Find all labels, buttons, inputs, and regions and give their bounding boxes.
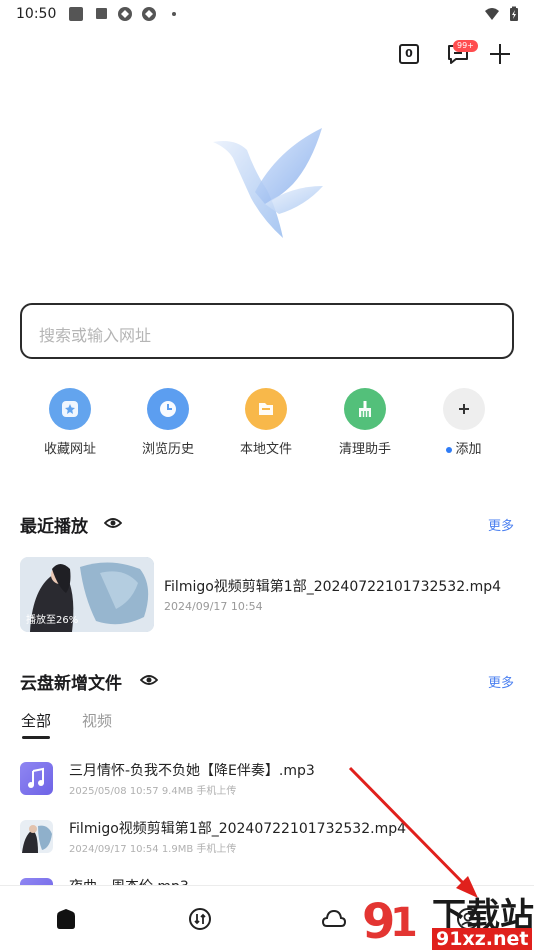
new-dot	[446, 446, 453, 453]
battery-icon	[506, 6, 522, 22]
nav-cloud[interactable]	[321, 906, 347, 932]
file-meta: 2024/09/17 10:54 1.9MB 手机上传	[69, 844, 237, 855]
shortcut-label: 清理助手	[338, 442, 391, 457]
search-placeholder: 搜索或输入网址	[39, 326, 152, 345]
file-meta: 2025/05/08 10:57 9.4MB 手机上传	[69, 786, 237, 797]
app-icon	[117, 6, 133, 22]
recent-item-title[interactable]: Filmigo视频剪辑第1部_20240722101732532.mp4	[164, 576, 501, 596]
shortcut-local-files[interactable]: 本地文件	[226, 388, 306, 457]
recent-video-thumbnail[interactable]: 播放至26%	[20, 557, 154, 632]
nav-profile[interactable]	[455, 906, 481, 932]
star-icon	[49, 388, 91, 430]
tab-all[interactable]: 全部	[21, 710, 51, 731]
file-name: 三月情怀-负我不负她【降E伴奏】.mp3	[69, 763, 315, 779]
broom-icon	[344, 388, 386, 430]
clock-icon	[147, 388, 189, 430]
shortcut-history[interactable]: 浏览历史	[128, 388, 208, 457]
shortcut-label: 本地文件	[239, 442, 292, 457]
eye-icon[interactable]	[104, 516, 122, 530]
top-actions: 0 99+	[0, 40, 534, 70]
dot-icon	[166, 6, 182, 22]
transfer-icon	[189, 908, 211, 930]
tab-video[interactable]: 视频	[82, 710, 112, 731]
nav-transfer[interactable]	[187, 906, 213, 932]
recent-more-link[interactable]: 更多	[488, 515, 514, 534]
app-logo	[205, 120, 330, 245]
plus-icon	[490, 44, 510, 64]
video-thumb-icon	[20, 820, 53, 853]
search-input[interactable]: 搜索或输入网址	[20, 303, 514, 359]
tab-active-indicator	[22, 736, 50, 739]
list-item[interactable]: 三月情怀-负我不负她【降E伴奏】.mp3 2025/05/08 10:57 9.…	[20, 760, 520, 800]
status-bar: 10:50	[0, 0, 534, 30]
notification-square-icon	[68, 6, 84, 22]
music-icon	[20, 762, 53, 795]
recent-item-date: 2024/09/17 10:54	[164, 600, 263, 613]
status-time: 10:50	[16, 6, 57, 22]
folder-icon	[245, 388, 287, 430]
list-item[interactable]: Filmigo视频剪辑第1部_20240722101732532.mp4 202…	[20, 818, 520, 858]
wifi-icon	[484, 6, 500, 22]
shortcut-cleaner[interactable]: 清理助手	[325, 388, 405, 457]
nav-home[interactable]	[53, 906, 79, 932]
home-icon	[57, 909, 75, 929]
cloud-more-link[interactable]: 更多	[488, 672, 514, 691]
tabs-button[interactable]: 0	[399, 44, 419, 64]
eye-icon[interactable]	[140, 673, 158, 687]
shortcut-label: 浏览历史	[141, 442, 194, 457]
shortcut-label: 收藏网址	[43, 442, 96, 457]
shortcut-bookmarks[interactable]: 收藏网址	[30, 388, 110, 457]
app-icon	[141, 6, 157, 22]
notification-small-icon	[94, 6, 110, 22]
file-name: Filmigo视频剪辑第1部_20240722101732532.mp4	[69, 821, 407, 837]
recent-progress-label: 播放至26%	[26, 615, 79, 626]
plus-icon	[443, 388, 485, 430]
bottom-nav	[0, 885, 534, 950]
cloud-icon	[321, 909, 347, 927]
add-button[interactable]	[488, 42, 512, 66]
profile-icon	[457, 908, 479, 930]
shortcut-add-label: 添加	[455, 442, 482, 457]
message-badge: 99+	[453, 40, 478, 52]
cloud-section-title: 云盘新增文件	[20, 674, 122, 694]
shortcut-add[interactable]: 添加	[424, 388, 504, 457]
shortcut-label: 添加	[424, 438, 504, 457]
recent-section-title: 最近播放	[20, 517, 88, 537]
